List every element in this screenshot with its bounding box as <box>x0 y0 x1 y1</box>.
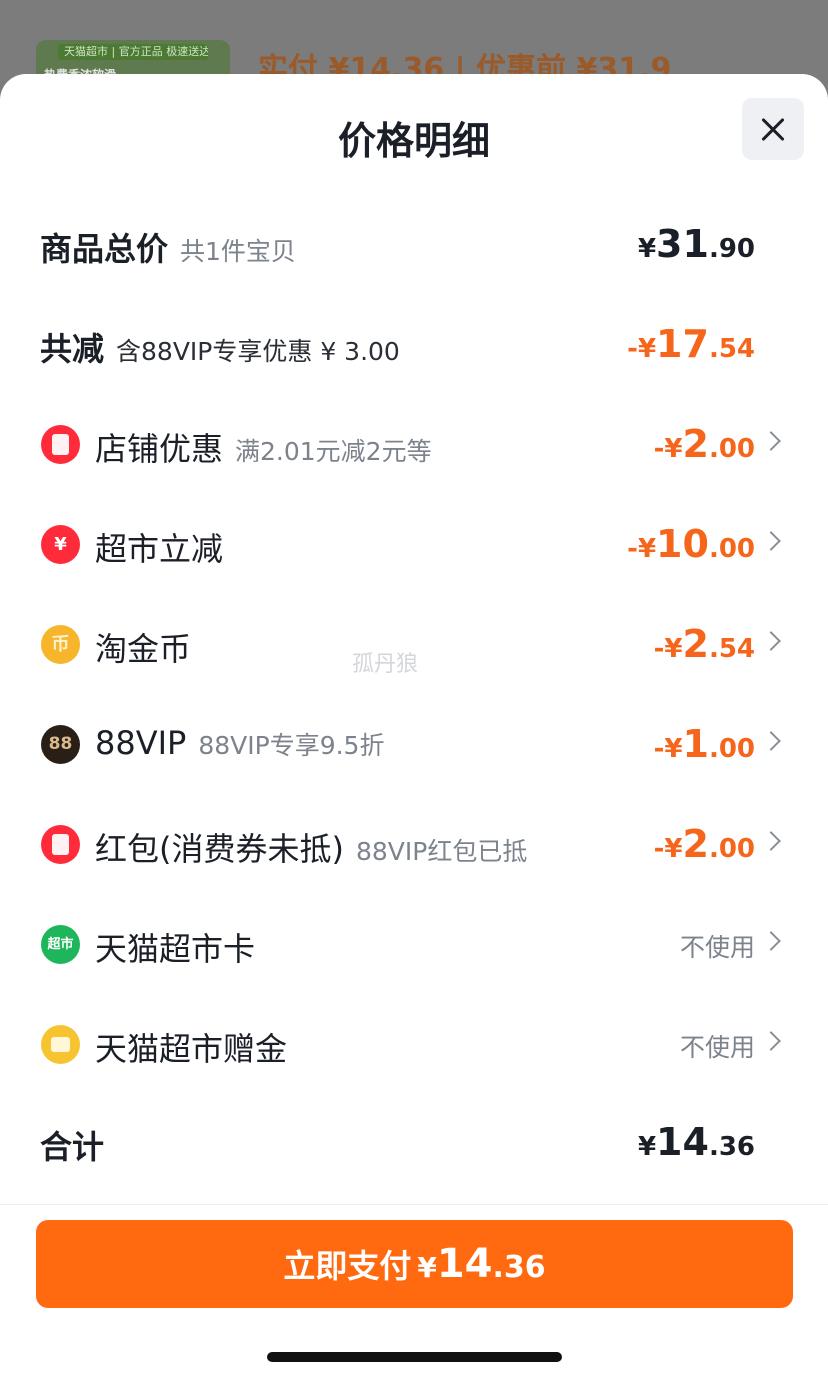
vip-amount: -¥1.00 <box>653 722 755 766</box>
red-packet-label: 红包(消费券未抵) <box>95 830 344 868</box>
goods-total-label: 商品总价 <box>40 230 169 268</box>
chevron-right-icon <box>761 631 781 651</box>
home-indicator[interactable] <box>267 1352 562 1362</box>
vip88-icon: 88 <box>41 725 80 764</box>
market-card-status: 不使用 <box>679 933 755 962</box>
watermark: 孤丹狼 <box>352 652 419 677</box>
chevron-right-icon <box>761 831 781 851</box>
row-red-packet[interactable]: 红包(消费券未抵) 88VIP红包已抵 -¥2.00 <box>0 814 828 874</box>
sum-label: 合计 <box>40 1128 105 1166</box>
market-card-icon: 超市 <box>41 925 80 964</box>
price-detail-sheet: 价格明细 商品总价 共1件宝贝 ¥31.90 共减 含88VIP专享优惠 ¥ 3.0… <box>0 74 828 1380</box>
row-gift-money[interactable]: 天猫超市赠金 不使用 <box>0 1014 828 1074</box>
row-market-reduction[interactable]: ¥ 超市立减 -¥10.00 <box>0 514 828 574</box>
gift-money-status: 不使用 <box>679 1033 755 1062</box>
goods-count-note: 共1件宝贝 <box>180 237 296 266</box>
tao-coin-amount: -¥2.54 <box>653 622 755 666</box>
shop-icon <box>41 425 80 464</box>
chevron-right-icon <box>761 731 781 751</box>
market-card-label: 天猫超市卡 <box>95 930 256 968</box>
row-shop-discount[interactable]: 店铺优惠 满2.01元减2元等 -¥2.00 <box>0 414 828 474</box>
red-packet-note: 88VIP红包已抵 <box>355 837 528 866</box>
pay-now-button[interactable]: 立即支付 ¥14.36 <box>36 1220 793 1308</box>
tao-coin-label: 淘金币 <box>95 630 192 668</box>
gift-money-label: 天猫超市赠金 <box>95 1030 288 1068</box>
shop-discount-note: 满2.01元减2元等 <box>235 437 432 466</box>
chevron-right-icon <box>761 431 781 451</box>
gold-coin-icon: 币 <box>41 625 80 664</box>
sheet-title: 价格明细 <box>337 119 490 163</box>
row-total-reduction: 共减 含88VIP专享优惠 ¥ 3.00 -¥17.54 <box>0 314 828 374</box>
chevron-right-icon <box>761 931 781 951</box>
gift-money-icon <box>41 1025 80 1064</box>
chevron-right-icon <box>761 531 781 551</box>
close-button[interactable] <box>742 98 804 160</box>
pay-now-label: 立即支付 <box>283 1247 412 1285</box>
red-packet-amount: -¥2.00 <box>653 822 755 866</box>
vip-discount-note: 含88VIP专享优惠 ¥ 3.00 <box>116 337 400 366</box>
thumbnail-banner: 天猫超市 | 官方正品 极速送达 <box>58 44 208 60</box>
red-packet-icon <box>41 825 80 864</box>
row-market-card[interactable]: 超市 天猫超市卡 不使用 <box>0 914 828 974</box>
shop-discount-label: 店铺优惠 <box>95 430 224 468</box>
divider <box>0 1204 828 1205</box>
total-reduction-label: 共减 <box>40 330 105 368</box>
market-reduction-amount: -¥10.00 <box>627 522 755 566</box>
chevron-right-icon <box>761 1031 781 1051</box>
yuan-coin-icon: ¥ <box>41 525 80 564</box>
row-sum: 合计 ¥14.36 <box>0 1112 828 1172</box>
vip-note: 88VIP专享9.5折 <box>198 731 385 760</box>
goods-total-amount: ¥31.90 <box>637 222 755 266</box>
total-reduction-amount: -¥17.54 <box>627 322 755 366</box>
vip-label: 88VIP <box>95 724 187 762</box>
sum-amount: ¥14.36 <box>637 1120 755 1164</box>
market-reduction-label: 超市立减 <box>95 530 224 568</box>
row-88vip[interactable]: 88 88VIP 88VIP专享9.5折 -¥1.00 <box>0 714 828 774</box>
shop-discount-amount: -¥2.00 <box>653 422 755 466</box>
row-goods-total: 商品总价 共1件宝贝 ¥31.90 <box>0 214 828 274</box>
